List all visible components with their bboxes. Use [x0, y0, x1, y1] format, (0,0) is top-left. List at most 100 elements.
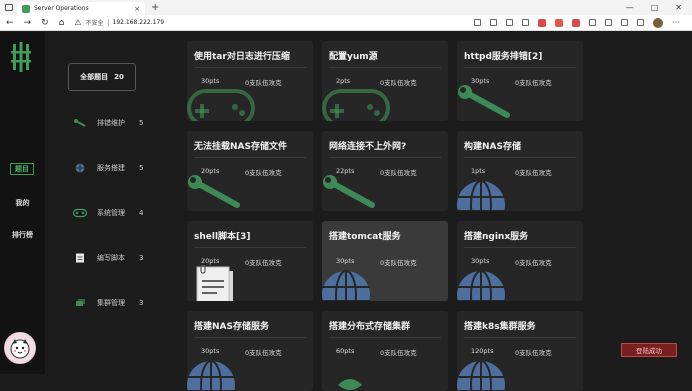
- globe-icon: [322, 265, 392, 301]
- challenge-card[interactable]: 网络连接不上外网? 22pts 0支队伍攻克: [322, 131, 448, 211]
- close-window-icon[interactable]: ✕: [675, 3, 682, 12]
- extensions-icon[interactable]: [589, 19, 597, 26]
- challenge-title: 网络连接不上外网?: [329, 142, 407, 152]
- challenge-title: 搭建nginx服务: [464, 232, 529, 242]
- card-divider: [464, 157, 576, 158]
- category-label: 系统管理: [97, 209, 125, 217]
- address-bar[interactable]: ⚠ 不安全 192.168.222.179: [74, 17, 454, 29]
- cluster-icon: [322, 355, 392, 391]
- challenge-card[interactable]: 配置yum源 2pts 0支队伍攻克: [322, 41, 448, 121]
- new-tab-button[interactable]: +: [151, 2, 159, 13]
- window-menu-icon[interactable]: [5, 4, 13, 11]
- challenge-title: 搭建k8s集群服务: [464, 322, 536, 332]
- wrench-icon: [187, 175, 257, 211]
- category-system-admin[interactable]: 系统管理 4: [73, 208, 143, 218]
- challenge-solves: 0支队伍攻克: [380, 259, 417, 267]
- globe-icon: [187, 355, 257, 391]
- globe-icon: [457, 175, 527, 211]
- challenge-points: 30pts: [201, 77, 220, 85]
- toolbar-right: ···: [474, 17, 692, 28]
- read-aloud-icon[interactable]: [490, 19, 498, 26]
- extension-pdf-icon[interactable]: [572, 18, 581, 27]
- category-service-setup[interactable]: 服务搭建 5: [73, 163, 143, 173]
- wrench-icon: [457, 85, 527, 121]
- maximize-icon[interactable]: □: [651, 3, 659, 12]
- rail-item-challenges[interactable]: 题目: [10, 163, 34, 175]
- extension-office-icon[interactable]: [555, 18, 564, 27]
- document-icon: [76, 253, 84, 263]
- extension-red-icon[interactable]: [538, 18, 547, 27]
- challenge-card[interactable]: 搭建NAS存储服务 30pts 0支队伍攻克: [187, 311, 313, 391]
- card-divider: [464, 247, 576, 248]
- rail-item-leaderboard[interactable]: 排行榜: [0, 230, 45, 240]
- challenge-card[interactable]: 搭建tomcat服务 30pts 0支队伍攻克: [322, 221, 448, 301]
- card-divider: [194, 337, 306, 338]
- card-divider: [464, 67, 576, 68]
- category-label: 服务搭建: [97, 164, 125, 172]
- challenge-card[interactable]: 使用tar对日志进行压缩 30pts 0支队伍攻克: [187, 41, 313, 121]
- home-icon[interactable]: ⌂: [59, 18, 65, 28]
- minimize-icon[interactable]: —: [626, 3, 634, 12]
- challenge-solves: 0支队伍攻克: [245, 349, 282, 357]
- card-divider: [464, 337, 576, 338]
- history-icon[interactable]: [637, 19, 645, 26]
- logo-icon[interactable]: [11, 42, 31, 72]
- collections-icon[interactable]: [621, 19, 629, 26]
- challenge-solves: 0支队伍攻克: [380, 349, 417, 357]
- cluster-icon: [76, 299, 85, 306]
- reload-icon[interactable]: ↻: [41, 18, 49, 28]
- login-success-toast[interactable]: 登陆成功: [621, 343, 677, 357]
- challenge-title: 构建NAS存储: [464, 142, 521, 152]
- tab-close-icon[interactable]: ×: [134, 5, 140, 13]
- challenge-points: 120pts: [471, 347, 494, 355]
- category-troubleshooting[interactable]: 排错维护 5: [73, 118, 143, 128]
- back-icon[interactable]: ←: [6, 18, 14, 28]
- category-scripting[interactable]: 编写脚本 3: [73, 253, 143, 263]
- category-cluster-management[interactable]: 集群管理 3: [73, 298, 143, 308]
- gamepad-icon: [187, 85, 257, 121]
- challenge-points: 30pts: [471, 77, 490, 85]
- more-menu-icon[interactable]: ···: [672, 18, 680, 27]
- user-avatar[interactable]: [4, 332, 36, 364]
- challenge-card[interactable]: 搭建分布式存储集群 60pts 0支队伍攻克: [322, 311, 448, 391]
- zoom-icon[interactable]: [474, 19, 482, 26]
- profile-avatar-icon[interactable]: [653, 17, 664, 28]
- wrench-icon: [74, 119, 86, 127]
- challenge-solves: 0支队伍攻克: [515, 79, 552, 87]
- challenge-card[interactable]: shell脚本[3] 20pts 0支队伍攻克: [187, 221, 313, 301]
- card-divider: [329, 337, 441, 338]
- tab-title: Server Operations: [34, 5, 89, 12]
- challenge-card[interactable]: 构建NAS存储 1pts 0支队伍攻克: [457, 131, 583, 211]
- challenge-card[interactable]: 搭建k8s集群服务 120pts 0支队伍攻克: [457, 311, 583, 391]
- challenge-title: 搭建NAS存储服务: [194, 322, 269, 332]
- category-label: 集群管理: [97, 299, 125, 307]
- challenge-solves: 0支队伍攻克: [245, 169, 282, 177]
- challenge-card[interactable]: httpd服务排错[2] 30pts 0支队伍攻克: [457, 41, 583, 121]
- challenge-card[interactable]: 搭建nginx服务 30pts 0支队伍攻克: [457, 221, 583, 301]
- category-all-label: 全部题目: [80, 73, 109, 81]
- challenge-solves: 0支队伍攻克: [515, 349, 552, 357]
- card-divider: [329, 67, 441, 68]
- url-text[interactable]: 192.168.222.179: [113, 19, 165, 26]
- category-count: 5: [139, 119, 144, 127]
- challenge-points: 2pts: [336, 77, 351, 85]
- favorites-icon[interactable]: [605, 19, 613, 26]
- challenge-card[interactable]: 无法挂载NAS存储文件 20pts 0支队伍攻克: [187, 131, 313, 211]
- challenge-title: 使用tar对日志进行压缩: [194, 52, 290, 62]
- challenge-title: 搭建分布式存储集群: [329, 322, 411, 332]
- category-count: 3: [139, 254, 144, 262]
- window-controls: — □ ✕: [626, 3, 692, 12]
- card-divider: [329, 157, 441, 158]
- browser-tab[interactable]: Server Operations ×: [17, 2, 145, 15]
- forward-icon[interactable]: →: [24, 18, 32, 28]
- card-divider: [194, 247, 306, 248]
- rail-item-mine[interactable]: 我的: [0, 198, 45, 208]
- challenge-solves: 0支队伍攻克: [380, 79, 417, 87]
- challenge-title: httpd服务排错[2]: [464, 52, 543, 62]
- challenge-points: 30pts: [471, 257, 490, 265]
- category-all-button[interactable]: 全部题目 20: [68, 63, 136, 91]
- reader-icon[interactable]: [506, 19, 514, 26]
- gamepad-icon: [73, 208, 87, 218]
- favorite-add-icon[interactable]: [522, 19, 530, 26]
- category-label: 排错维护: [97, 119, 125, 127]
